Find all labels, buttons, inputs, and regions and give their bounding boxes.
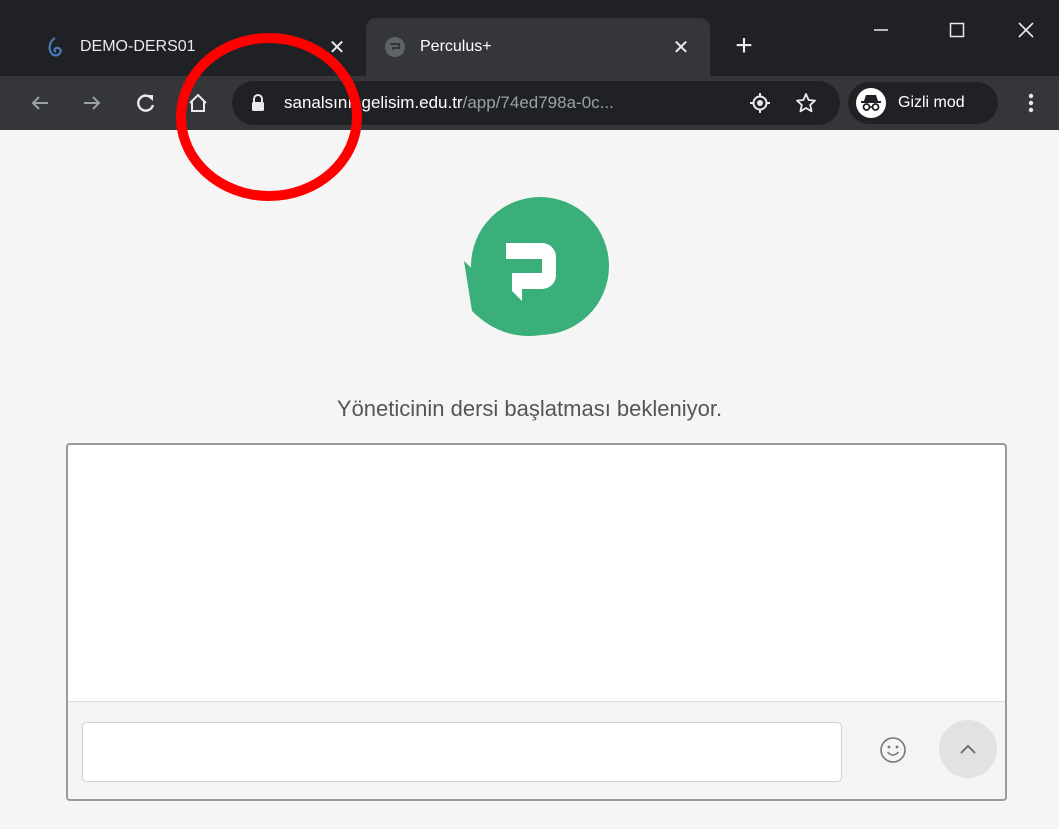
close-icon (1018, 22, 1034, 38)
tab-close-icon[interactable]: ✕ (324, 34, 350, 60)
url-host: sanalsınıf.gelisim.edu.tr (284, 93, 463, 112)
back-button[interactable] (22, 85, 58, 121)
lock-icon (250, 93, 266, 118)
chevron-up-icon (960, 744, 976, 754)
waiting-status-text: Yöneticinin dersi başlatması bekleniyor. (336, 396, 723, 421)
home-icon (189, 93, 207, 112)
close-window-button[interactable] (996, 8, 1056, 52)
tab-demo-ders01[interactable]: DEMO-DERS01 ✕ (0, 18, 366, 76)
forward-button[interactable] (74, 85, 110, 121)
chat-panel (66, 443, 1007, 801)
arrow-right-icon (84, 96, 101, 110)
tab-perculus[interactable]: Perculus+ ✕ (366, 18, 710, 76)
reload-button[interactable] (128, 85, 164, 121)
maximize-button[interactable] (927, 8, 987, 52)
more-vertical-icon (1028, 93, 1034, 113)
perculus-tab-icon (384, 36, 406, 58)
perculus-logo (462, 191, 612, 346)
page-content: Yöneticinin dersi başlatması bekleniyor. (0, 130, 1059, 829)
new-tab-button[interactable]: + (726, 28, 762, 64)
chat-send-button[interactable] (939, 720, 997, 778)
smiley-icon (880, 737, 906, 763)
tab-close-icon[interactable]: ✕ (668, 34, 694, 60)
tab-strip: DEMO-DERS01 ✕ Perculus+ ✕ + (0, 0, 1059, 76)
incognito-icon (856, 88, 886, 118)
chat-message-input[interactable] (82, 722, 842, 782)
home-button[interactable] (180, 85, 216, 121)
tab-title: Perculus+ (420, 38, 492, 55)
incognito-label: Gizli mod (898, 94, 965, 111)
url-path: /app/74ed798a-0c... (462, 93, 614, 112)
browser-toolbar: sanalsınıf.gelisim.edu.tr/app/74ed798a-0… (0, 76, 1059, 130)
minimize-button[interactable] (851, 8, 911, 52)
address-bar[interactable]: sanalsınıf.gelisim.edu.tr/app/74ed798a-0… (232, 81, 840, 125)
maximize-icon (949, 22, 965, 38)
bookmark-star-icon[interactable] (790, 87, 822, 119)
chat-composer (68, 701, 1005, 799)
browser-menu-button[interactable] (1013, 85, 1049, 121)
emoji-button[interactable] (878, 735, 908, 765)
chat-messages-area[interactable] (68, 445, 1005, 701)
incognito-indicator[interactable]: Gizli mod (848, 82, 998, 124)
reload-icon (137, 94, 155, 112)
perculus-swirl-icon (44, 36, 66, 58)
tab-title: DEMO-DERS01 (80, 38, 196, 55)
address-url: sanalsınıf.gelisim.edu.tr/app/74ed798a-0… (284, 93, 614, 113)
location-icon[interactable] (744, 87, 776, 119)
minimize-icon (874, 29, 888, 31)
arrow-left-icon (31, 96, 48, 110)
